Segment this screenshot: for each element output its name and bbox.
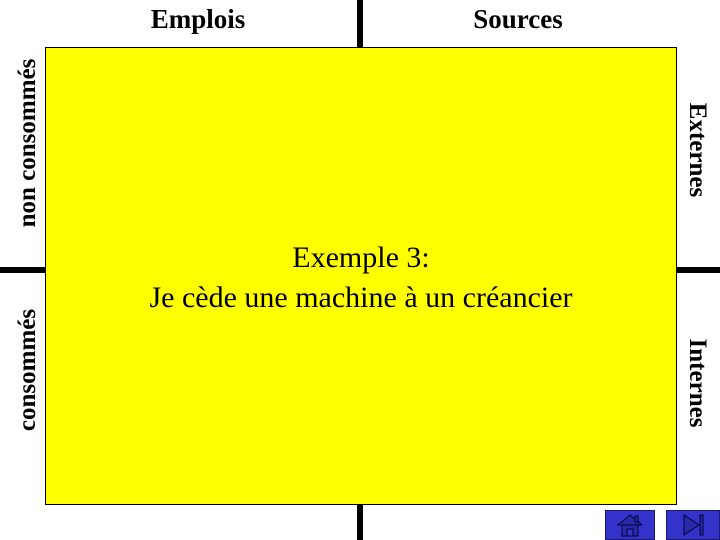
example-description: Je cède une machine à un créancier (149, 281, 573, 314)
bottom-vertical-divider (357, 503, 363, 540)
label-consommes: consommés (14, 308, 41, 432)
label-non-consommes: non consommés (14, 58, 41, 228)
home-button[interactable] (605, 510, 655, 540)
header-emplois: Emplois (150, 4, 246, 34)
skip-to-end-icon (683, 514, 704, 536)
label-internes: Internes (684, 338, 711, 428)
label-externes: Externes (684, 102, 711, 198)
home-icon (616, 514, 644, 537)
main-content-box: Exemple 3: Je cède une machine à un créa… (45, 47, 677, 505)
header-sources: Sources (473, 4, 563, 34)
right-horizontal-divider (675, 267, 720, 273)
top-vertical-divider (357, 0, 363, 48)
main-text: Exemple 3: Je cède une machine à un créa… (46, 238, 676, 318)
example-title: Exemple 3: (292, 241, 430, 274)
end-button[interactable] (666, 510, 720, 540)
